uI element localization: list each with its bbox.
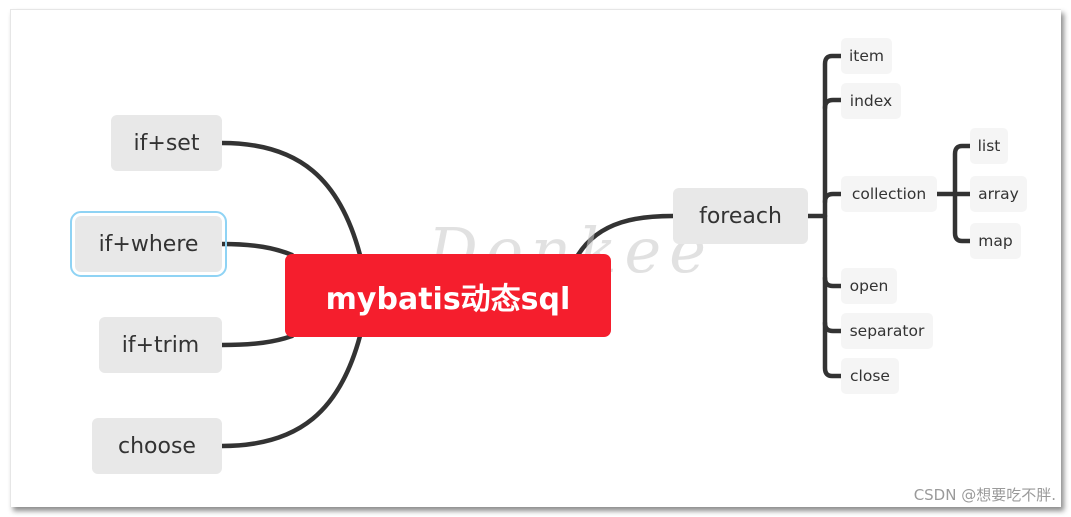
node-close[interactable]: close: [841, 358, 899, 394]
connector-if-set: [219, 140, 363, 258]
node-list[interactable]: list: [970, 128, 1008, 164]
node-if-set[interactable]: if+set: [111, 115, 222, 171]
node-index[interactable]: index: [841, 83, 901, 119]
connector-choose: [219, 333, 363, 449]
credit-text: CSDN @想要吃不胖.: [913, 486, 1056, 504]
connector-if-trim: [219, 333, 295, 348]
connector-if-where: [219, 241, 295, 258]
connector-index: [822, 97, 844, 111]
node-map[interactable]: map: [970, 223, 1021, 259]
connector-foreach: [575, 213, 676, 258]
connector-separator: [822, 320, 844, 334]
node-array[interactable]: array: [970, 176, 1027, 212]
node-separator[interactable]: separator: [841, 313, 933, 349]
root-node[interactable]: mybatis动态sql: [285, 254, 611, 337]
node-open[interactable]: open: [841, 268, 897, 304]
node-foreach[interactable]: foreach: [673, 188, 808, 244]
node-if-trim[interactable]: if+trim: [99, 317, 222, 373]
node-if-where[interactable]: if+where: [70, 211, 227, 277]
node-item[interactable]: item: [841, 38, 892, 74]
node-choose[interactable]: choose: [92, 418, 222, 474]
node-collection[interactable]: collection: [841, 176, 937, 212]
connector-open: [822, 275, 844, 289]
connector-collection: [822, 191, 844, 205]
